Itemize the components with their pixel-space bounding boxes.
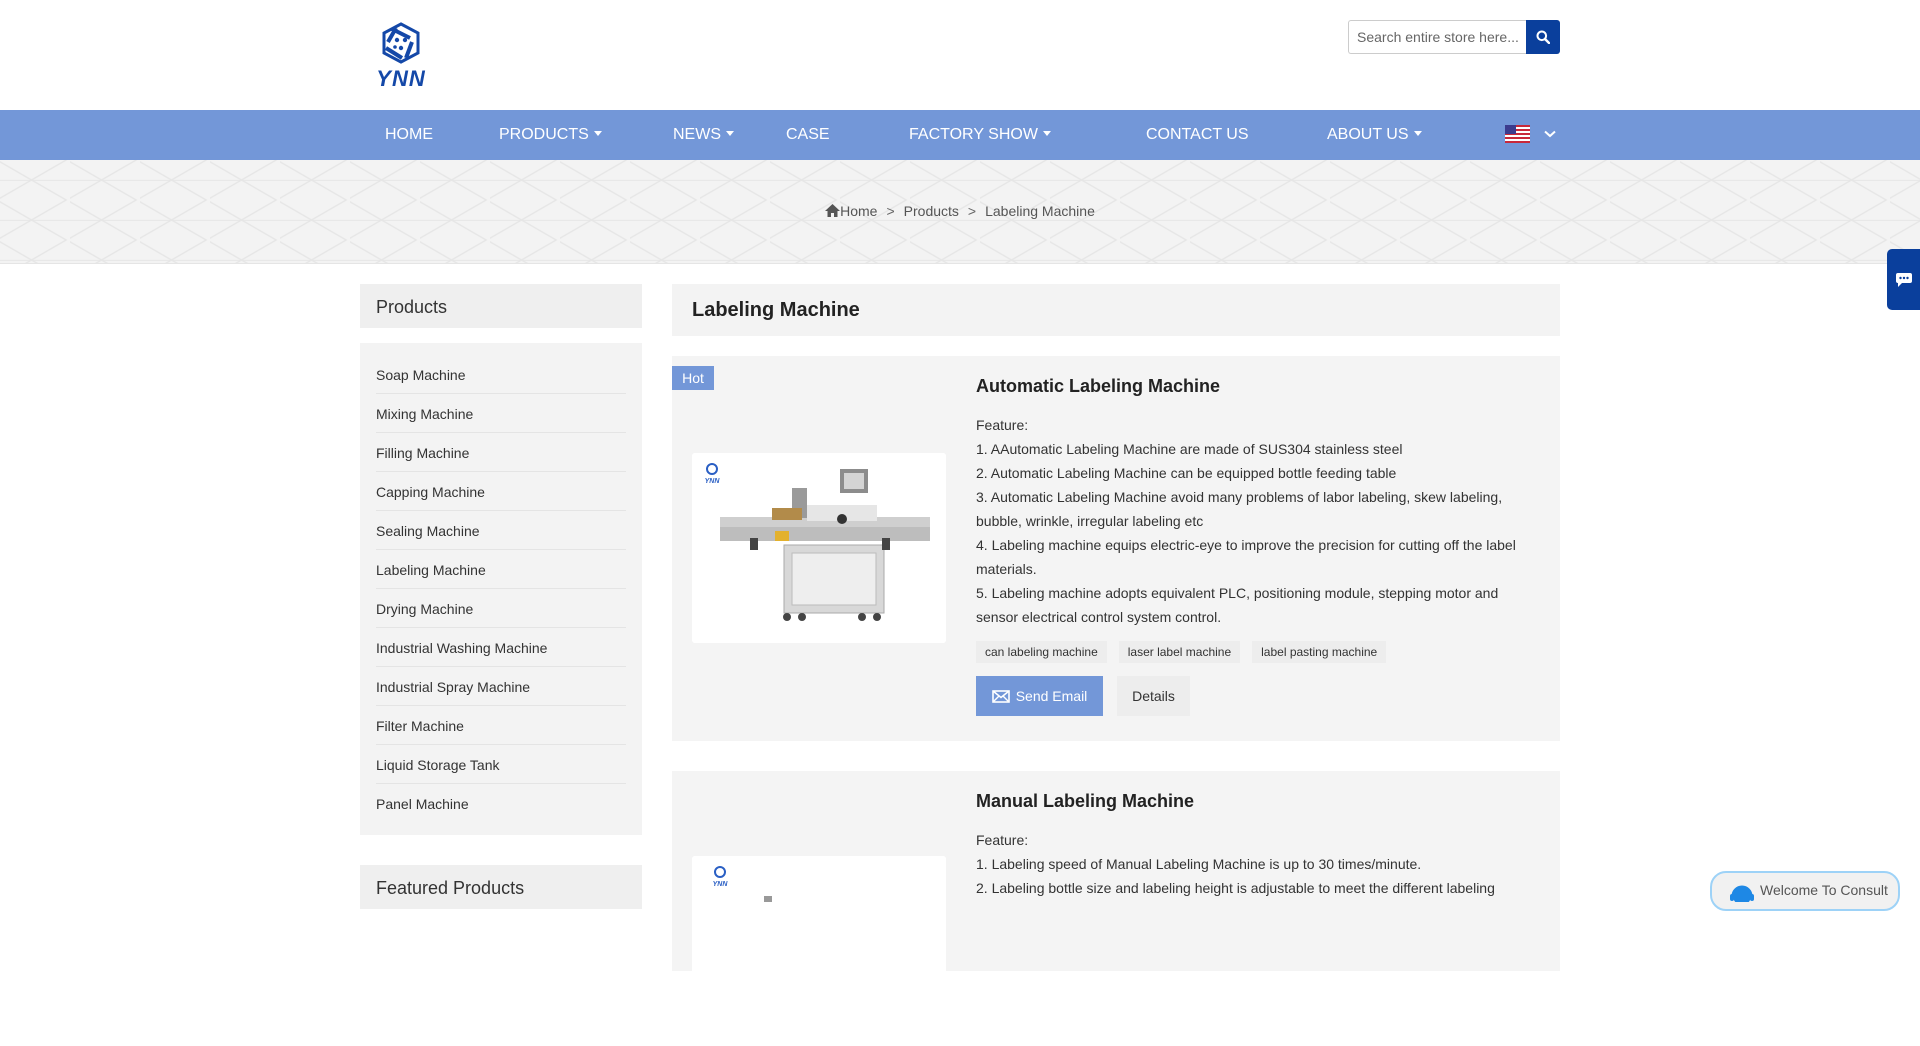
product-info: Automatic Labeling Machine Feature: 1. A… [976,376,1536,716]
nav-label: PRODUCTS [499,126,589,143]
nav-label: HOME [385,126,433,143]
breadcrumb-separator: > [967,203,977,219]
nav-label: ABOUT US [1327,126,1409,143]
sidebar-item-labeling-machine[interactable]: Labeling Machine [376,550,626,589]
sidebar-title: Products [360,284,642,328]
sidebar-item-capping-machine[interactable]: Capping Machine [376,472,626,511]
tag-laser-label-machine[interactable]: laser label machine [1118,641,1241,663]
headset-icon [1730,885,1754,902]
search-bar [1348,20,1560,54]
sidebar-item-panel-machine[interactable]: Panel Machine [376,784,626,823]
feature-label: Feature: [976,832,1029,848]
details-button[interactable]: Details [1117,676,1190,716]
side-chat-button[interactable] [1887,249,1920,310]
ynn-logo[interactable]: YNN [362,20,440,91]
caret-down-icon [1413,130,1422,136]
product-card: YNN Manual Labeling Machine Feature: 1. … [672,771,1560,1046]
envelope-icon [991,689,1010,703]
chevron-down-icon [1544,130,1556,138]
consult-chat-widget[interactable]: Welcome To Consult [1710,871,1900,911]
home-icon [825,204,841,217]
caret-down-icon [593,130,602,136]
svg-text:YNN: YNN [376,66,426,90]
sidebar-item-liquid-storage-tank[interactable]: Liquid Storage Tank [376,745,626,784]
product-image[interactable]: YNN [692,453,946,643]
site-header: YNN [0,0,1920,110]
svg-text:YNN: YNN [705,478,721,485]
breadcrumb-products[interactable]: Products [904,203,959,219]
feature-item: 1. Labeling speed of Manual Labeling Mac… [976,856,1422,872]
product-image[interactable]: YNN [692,856,946,1046]
sidebar-item-filter-machine[interactable]: Filter Machine [376,706,626,745]
product-actions: Send Email Details [976,676,1536,716]
nav-case[interactable]: CASE [786,110,830,160]
breadcrumb-current: Labeling Machine [985,203,1095,219]
sidebar: Products Soap Machine Mixing Machine Fil… [360,284,642,909]
main-nav: HOME PRODUCTS NEWS CASE FACTORY SHOW CON… [0,110,1920,160]
sidebar-category-list: Soap Machine Mixing Machine Filling Mach… [360,343,642,835]
nav-products[interactable]: PRODUCTS [499,110,602,160]
page-title: Labeling Machine [672,284,1560,336]
product-description: Feature: 1. Labeling speed of Manual Lab… [976,828,1536,900]
nav-home[interactable]: HOME [385,110,433,160]
sidebar-item-industrial-spray-machine[interactable]: Industrial Spray Machine [376,667,626,706]
caret-down-icon [1042,130,1051,136]
sidebar-item-industrial-washing-machine[interactable]: Industrial Washing Machine [376,628,626,667]
search-button[interactable] [1526,20,1560,54]
featured-products-title: Featured Products [360,865,642,909]
breadcrumb: Home > Products > Labeling Machine [0,203,1920,219]
sidebar-item-drying-machine[interactable]: Drying Machine [376,589,626,628]
feature-label: Feature: [976,417,1029,433]
nav-factory-show[interactable]: FACTORY SHOW [909,110,1051,160]
nav-label: NEWS [673,126,721,143]
chat-bubble-icon [1895,272,1912,287]
product-info: Manual Labeling Machine Feature: 1. Labe… [976,791,1536,900]
us-flag-icon [1505,125,1530,143]
search-icon [1536,30,1550,44]
sidebar-item-sealing-machine[interactable]: Sealing Machine [376,511,626,550]
send-email-button[interactable]: Send Email [976,676,1103,716]
nav-label: CONTACT US [1146,126,1249,143]
nav-news[interactable]: NEWS [673,110,734,160]
language-selector[interactable] [1505,125,1556,143]
product-card: Hot YNN Automatic Labeling Machine Featu… [672,356,1560,741]
breadcrumb-separator: > [886,203,895,219]
nav-contact-us[interactable]: CONTACT US [1146,110,1249,160]
product-title[interactable]: Automatic Labeling Machine [976,376,1536,397]
feature-item: 4. Labeling machine equips electric-eye … [976,537,1516,577]
feature-item: 1. AAutomatic Labeling Machine are made … [976,441,1403,457]
tag-can-labeling-machine[interactable]: can labeling machine [976,641,1107,663]
feature-item: 2. Labeling bottle size and labeling hei… [976,880,1495,896]
product-description: Feature: 1. AAutomatic Labeling Machine … [976,413,1536,629]
search-input[interactable] [1348,20,1526,54]
product-tags: can labeling machine laser label machine… [976,641,1536,663]
main-content: Labeling Machine Hot YNN Automatic Label… [672,284,1560,1046]
caret-down-icon [726,130,734,136]
product-title[interactable]: Manual Labeling Machine [976,791,1536,812]
feature-item: 3. Automatic Labeling Machine avoid many… [976,489,1503,529]
feature-item: 2. Automatic Labeling Machine can be equ… [976,465,1397,481]
feature-item: 5. Labeling machine adopts equivalent PL… [976,585,1499,625]
sidebar-item-mixing-machine[interactable]: Mixing Machine [376,394,626,433]
consult-label: Welcome To Consult [1760,882,1888,898]
tag-label-pasting-machine[interactable]: label pasting machine [1252,641,1387,663]
breadcrumb-home[interactable]: Home [840,203,877,219]
nav-label: CASE [786,126,830,143]
sidebar-item-soap-machine[interactable]: Soap Machine [376,355,626,394]
nav-about-us[interactable]: ABOUT US [1327,110,1422,160]
nav-label: FACTORY SHOW [909,126,1038,143]
page-banner: Home > Products > Labeling Machine [0,160,1920,264]
svg-text:YNN: YNN [713,881,729,888]
hot-badge: Hot [672,366,714,390]
send-email-label: Send Email [1015,688,1088,704]
sidebar-item-filling-machine[interactable]: Filling Machine [376,433,626,472]
